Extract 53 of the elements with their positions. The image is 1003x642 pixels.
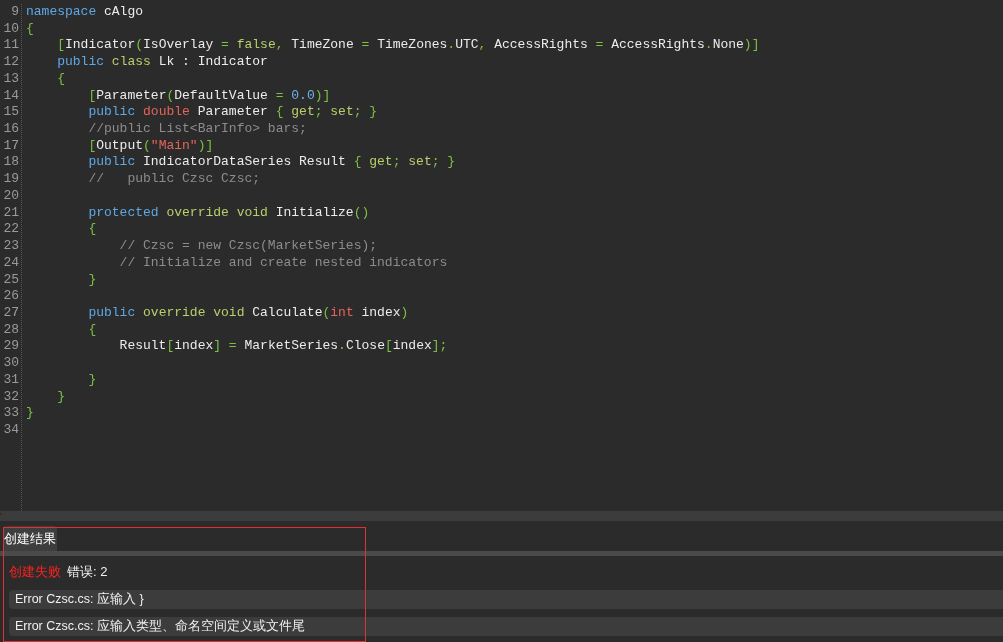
- error-message[interactable]: Error Czsc.cs: 应输入 }: [9, 590, 1003, 609]
- code-line: {: [87, 321, 97, 337]
- line-number: 30: [3, 355, 19, 372]
- code-line: public IndicatorDataSeries Result { get; set; }: [87, 154, 456, 170]
- code-line: public override void Calculate(int index): [87, 304, 409, 320]
- code-line: {: [26, 20, 34, 36]
- line-number: 18: [3, 154, 19, 172]
- code-line: [Output("Main")]: [87, 137, 214, 153]
- code-line: protected override void Initialize(): [87, 204, 370, 220]
- code-line: public class Lk : Indicator: [56, 54, 268, 70]
- line-number: 26: [3, 288, 19, 305]
- line-number: 12: [3, 54, 19, 71]
- line-number: 27: [3, 304, 19, 322]
- code-line: //public List<BarInfo> bars;: [87, 121, 307, 137]
- line-number: 11: [3, 37, 19, 55]
- code-line: }: [87, 271, 97, 287]
- line-number: 34: [3, 421, 19, 439]
- code-line: // public Czsc Czsc;: [87, 171, 261, 187]
- line-number: 28: [3, 321, 19, 339]
- line-number: 22: [3, 221, 19, 239]
- code-line: {: [87, 221, 97, 237]
- line-number: 21: [3, 204, 19, 222]
- code-line: [Parameter(DefaultValue = 0.0)]: [87, 87, 331, 103]
- build-status: 创建失败: [9, 563, 61, 582]
- results-tab[interactable]: 创建结果: [3, 526, 57, 551]
- code-line: // Czsc = new Czsc(MarketSeries);: [118, 238, 378, 254]
- line-number: 33: [3, 405, 19, 422]
- code-line: // Initialize and create nested indicators: [118, 254, 448, 270]
- code-line: [Indicator(IsOverlay = false, TimeZone = TimeZones.UTC, AccessRights = AccessRights.None)]: [56, 37, 760, 53]
- code-line: }: [56, 388, 65, 404]
- line-number: 19: [3, 171, 19, 188]
- line-number: 20: [3, 187, 19, 205]
- line-number: 31: [3, 371, 19, 389]
- code-line: }: [87, 371, 97, 387]
- line-number: 17: [3, 137, 19, 155]
- line-number: 15: [3, 104, 19, 122]
- code-line: namespace cAlgo: [26, 4, 144, 19]
- line-number: 32: [3, 388, 19, 406]
- line-number: 23: [3, 238, 19, 255]
- line-number: 29: [3, 338, 19, 356]
- error-message[interactable]: Error Czsc.cs: 应输入类型、命名空间定义或文件尾: [9, 617, 1003, 636]
- line-number: 14: [3, 87, 19, 105]
- line-number: 10: [3, 20, 19, 38]
- line-number: 13: [3, 70, 19, 88]
- code-line: Result[index] = MarketSeries.Close[index];: [118, 338, 448, 354]
- code-line: }: [26, 405, 34, 421]
- line-number: 24: [3, 254, 19, 272]
- line-number: 9: [11, 4, 19, 21]
- line-number: 16: [3, 121, 19, 138]
- code-line: {: [56, 70, 65, 86]
- error-count: 错误: 2: [67, 563, 108, 582]
- code-line: public double Parameter { get; set; }: [87, 104, 378, 120]
- line-number: 25: [3, 271, 19, 289]
